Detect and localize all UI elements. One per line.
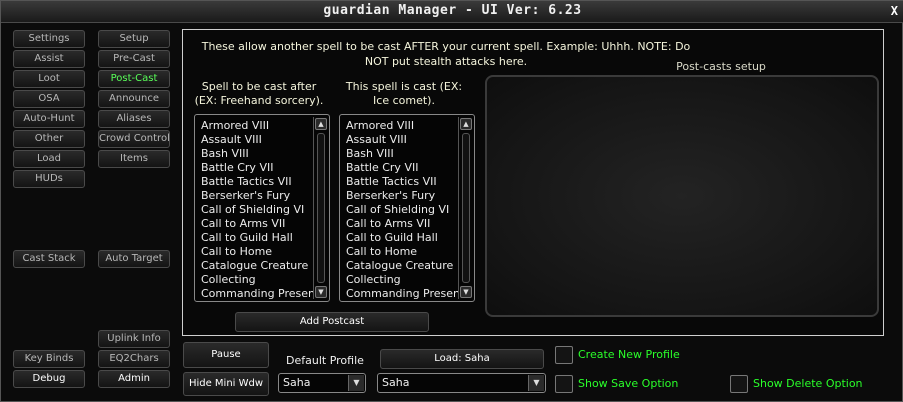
uplink-info-button[interactable]: Uplink Info [98,330,170,348]
title-bar[interactable]: guardian Manager - UI Ver: 6.23 X [1,1,903,23]
list-scrollbar[interactable]: ▲ ▼ [458,117,472,299]
default-profile-value: Saha [283,376,311,389]
list-item[interactable]: Armored VIII [201,119,313,133]
nav-other-button[interactable]: Other [13,130,85,148]
list-item[interactable]: Call to Guild Hall [201,231,313,245]
manager-window: guardian Manager - UI Ver: 6.23 X Settin… [0,0,903,402]
nav-setup-button[interactable]: Setup [98,30,170,48]
chevron-down-icon[interactable]: ▼ [348,375,364,391]
show-save-checkbox[interactable] [555,375,573,393]
list-scrollbar[interactable]: ▲ ▼ [313,117,327,299]
nav-huds-button[interactable]: HUDs [13,170,85,188]
scroll-track[interactable] [462,133,470,283]
nav-pre-cast-button[interactable]: Pre-Cast [98,50,170,68]
nav-post-cast-button[interactable]: Post-Cast [98,70,170,88]
nav-aliases-button[interactable]: Aliases [98,110,170,128]
key-binds-button[interactable]: Key Binds [13,350,85,368]
list-item[interactable]: Bash VIII [201,147,313,161]
window-title: guardian Manager - UI Ver: 6.23 [323,3,582,18]
eq2chars-button[interactable]: EQ2Chars [98,350,170,368]
list-item[interactable]: Bash VIII [346,147,458,161]
postcasts-setup-title: Post-casts setup [676,60,766,73]
nav-crowd-control-button[interactable]: Crowd Control [98,130,170,148]
create-profile-label: Create New Profile [578,348,680,361]
list-item[interactable]: Armored VIII [346,119,458,133]
scroll-track[interactable] [317,133,325,283]
chevron-down-icon[interactable]: ▼ [528,375,544,391]
admin-button[interactable]: Admin [98,370,170,388]
auto-target-button[interactable]: Auto Target [98,250,170,268]
nav-announce-button[interactable]: Announce [98,90,170,108]
cast-spell-label: This spell is cast (EX: Ice comet). [345,80,463,107]
scroll-up-icon[interactable]: ▲ [460,118,472,130]
list-item[interactable]: Call to Home [201,245,313,259]
list-item[interactable]: Commanding Presence [201,287,313,301]
list-item[interactable]: Collecting [201,273,313,287]
nav-items-button[interactable]: Items [98,150,170,168]
list-item[interactable]: Assault VIII [346,133,458,147]
debug-button[interactable]: Debug [13,370,85,388]
nav-osa-button[interactable]: OSA [13,90,85,108]
load-profile-button[interactable]: Load: Saha [380,349,544,369]
scroll-down-icon[interactable]: ▼ [460,286,472,298]
list-item[interactable]: Berserker's Fury [201,189,313,203]
add-postcast-button[interactable]: Add Postcast [235,312,429,332]
load-profile-select[interactable]: Saha ▼ [377,373,546,393]
list-item[interactable]: Call of Shielding VI [201,203,313,217]
cast-spell-list[interactable]: Armored VIII Assault VIII Bash VIII Batt… [339,114,475,302]
nav-assist-button[interactable]: Assist [13,50,85,68]
show-delete-checkbox[interactable] [730,375,748,393]
show-save-label: Show Save Option [578,377,679,390]
list-item[interactable]: Call to Arms VII [346,217,458,231]
close-icon[interactable]: X [891,4,898,18]
load-profile-value: Saha [382,376,410,389]
create-profile-checkbox[interactable] [555,346,573,364]
list-item[interactable]: Call of Shielding VI [346,203,458,217]
postcasts-setup-area [485,75,879,317]
hide-mini-window-button[interactable]: Hide Mini Wdw [183,372,269,396]
nav-settings-button[interactable]: Settings [13,30,85,48]
list-item[interactable]: Call to Home [346,245,458,259]
default-profile-label: Default Profile [286,354,364,367]
nav-auto-hunt-button[interactable]: Auto-Hunt [13,110,85,128]
list-item[interactable]: Assault VIII [201,133,313,147]
cast-stack-button[interactable]: Cast Stack [13,250,85,268]
pause-button[interactable]: Pause [183,342,269,368]
scroll-down-icon[interactable]: ▼ [315,286,327,298]
list-item[interactable]: Berserker's Fury [346,189,458,203]
list-item[interactable]: Battle Cry VII [346,161,458,175]
list-item[interactable]: Battle Tactics VII [346,175,458,189]
list-item[interactable]: Call to Guild Hall [346,231,458,245]
scroll-up-icon[interactable]: ▲ [315,118,327,130]
nav-loot-button[interactable]: Loot [13,70,85,88]
list-item[interactable]: Collecting [346,273,458,287]
list-item[interactable]: Battle Cry VII [201,161,313,175]
after-spell-list[interactable]: Armored VIII Assault VIII Bash VIII Batt… [194,114,330,302]
list-item[interactable]: Commanding Presence [346,287,458,301]
after-spell-label: Spell to be cast after (EX: Freehand sor… [194,80,324,107]
list-item[interactable]: Catalogue Creature [201,259,313,273]
show-delete-label: Show Delete Option [753,377,863,390]
list-item[interactable]: Catalogue Creature [346,259,458,273]
list-item[interactable]: Battle Tactics VII [201,175,313,189]
default-profile-select[interactable]: Saha ▼ [278,373,366,393]
list-item[interactable]: Call to Arms VII [201,217,313,231]
nav-load-button[interactable]: Load [13,150,85,168]
